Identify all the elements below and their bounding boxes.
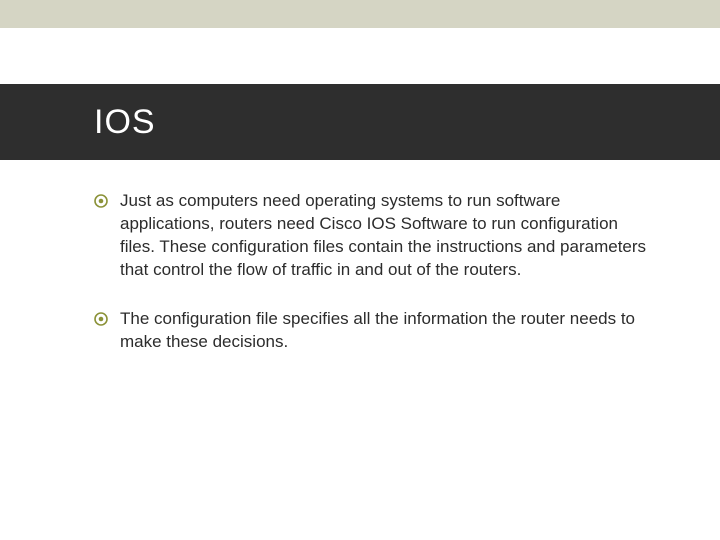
bullet-target-icon: [94, 194, 108, 208]
slide: IOS Just as computers need operating sys…: [0, 0, 720, 540]
bullet-target-icon: [94, 312, 108, 326]
list-item: The configuration file specifies all the…: [94, 308, 654, 354]
bullet-text: Just as computers need operating systems…: [120, 190, 654, 282]
title-band: IOS: [0, 84, 720, 160]
content-area: Just as computers need operating systems…: [94, 190, 654, 380]
slide-title: IOS: [94, 103, 156, 142]
list-item: Just as computers need operating systems…: [94, 190, 654, 282]
top-accent-band: [0, 0, 720, 28]
bullet-text: The configuration file specifies all the…: [120, 308, 654, 354]
